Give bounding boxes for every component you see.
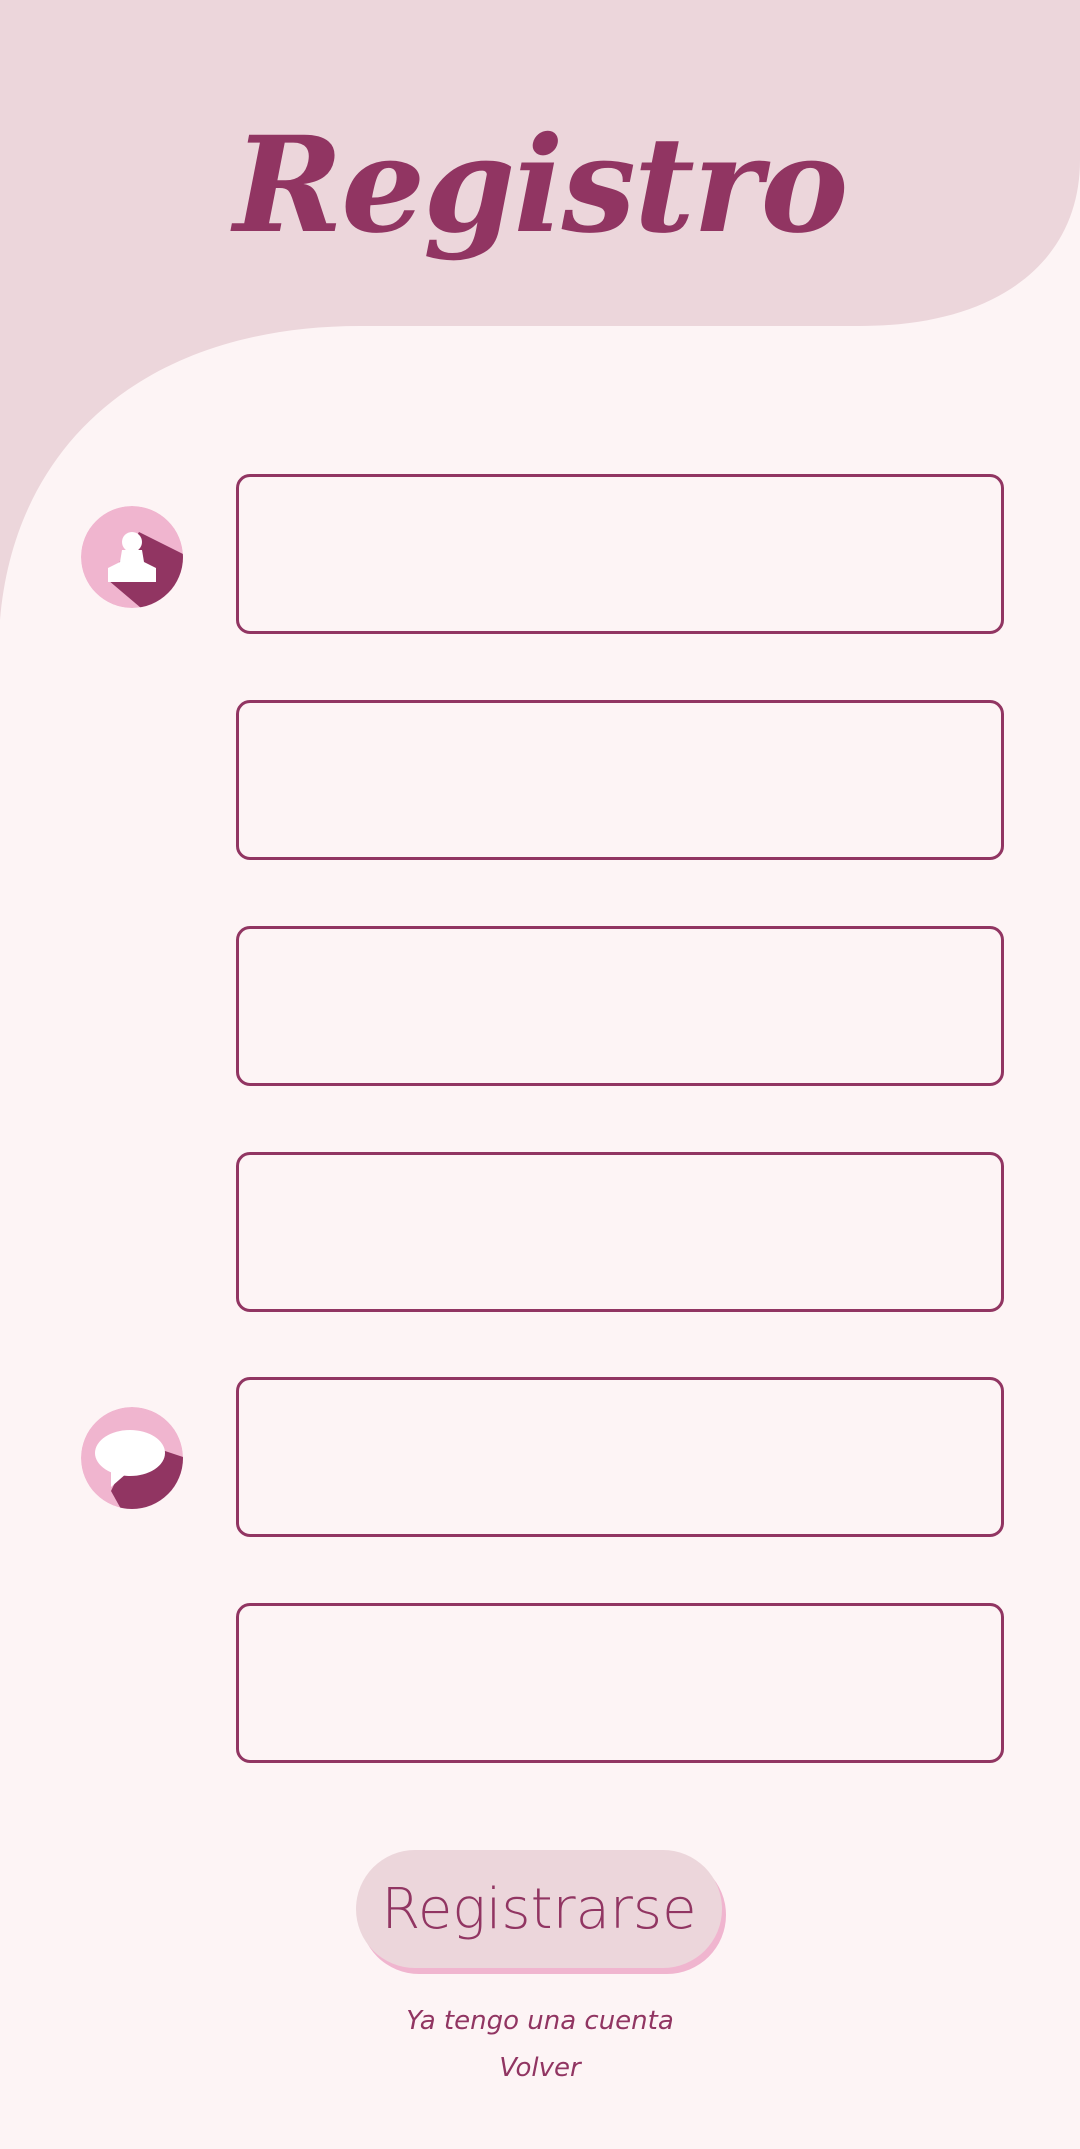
name-field[interactable] bbox=[236, 474, 1004, 634]
register-button[interactable]: Registrarse bbox=[356, 1850, 722, 1968]
text-field-2[interactable] bbox=[236, 700, 1004, 860]
text-field-5[interactable] bbox=[236, 1377, 1004, 1537]
user-icon bbox=[81, 506, 183, 608]
back-link[interactable]: Volver bbox=[0, 2053, 1080, 2083]
speech-bubble-icon bbox=[81, 1407, 183, 1509]
text-field-4[interactable] bbox=[236, 1152, 1004, 1312]
registration-screen: Registro Registrarse Ya tengo una cuenta… bbox=[0, 0, 1080, 2149]
text-field-3[interactable] bbox=[236, 926, 1004, 1086]
have-account-link[interactable]: Ya tengo una cuenta bbox=[0, 2006, 1080, 2036]
page-title: Registro bbox=[233, 108, 849, 263]
text-field-6[interactable] bbox=[236, 1603, 1004, 1763]
